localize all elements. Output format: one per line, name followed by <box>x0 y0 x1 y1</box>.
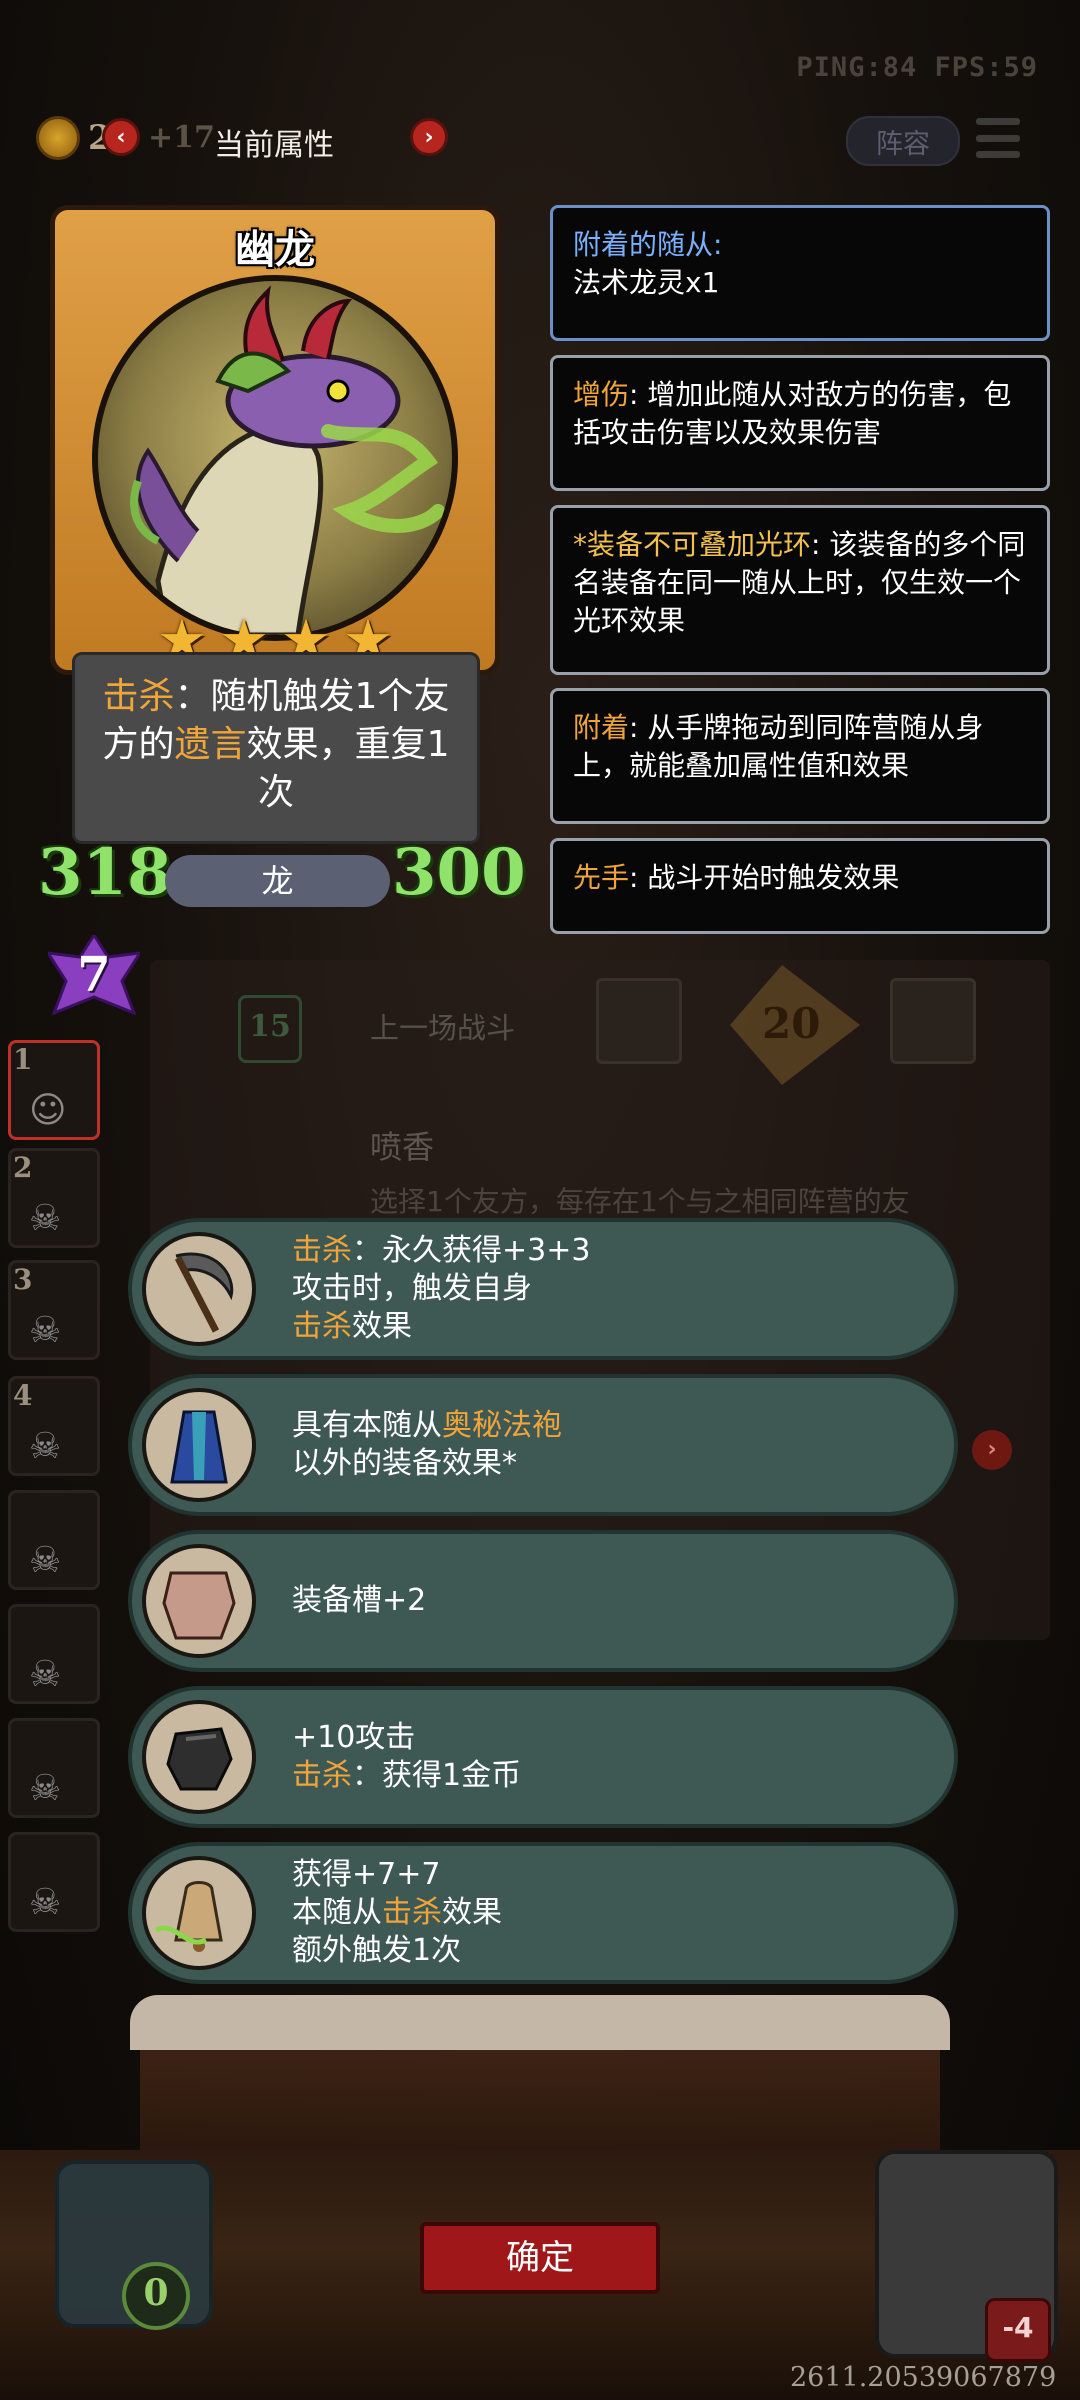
roster-slot[interactable]: ☠ <box>8 1490 100 1590</box>
menu-icon[interactable] <box>976 118 1020 158</box>
robe-icon <box>142 1388 256 1502</box>
footer-value: 2611.20539067879 <box>790 2362 1057 2393</box>
coin-icon <box>36 116 80 160</box>
equipment-item[interactable]: 具有本随从奥秘法袍 以外的装备效果* <box>128 1374 958 1516</box>
scythe-icon <box>142 1232 256 1346</box>
level-badge: 15 <box>238 995 302 1063</box>
keyword-damage-boost: 增伤: 增加此随从对敌方的伤害，包括攻击伤害以及效果伤害 <box>550 355 1050 491</box>
damage-indicator: 20 <box>730 965 860 1085</box>
skull-icon: ☠ <box>29 1198 62 1239</box>
armor-icon <box>142 1544 256 1658</box>
tier-badge: 7 <box>45 932 143 1016</box>
next-page-arrow[interactable]: › <box>972 1430 1012 1470</box>
player-hero-counter: 0 <box>122 2262 190 2330</box>
damage-value: 20 <box>762 999 821 1048</box>
skull-icon: ☠ <box>29 1310 62 1351</box>
attack-value: 318 <box>38 835 172 910</box>
coin-increment: +17 <box>148 120 215 155</box>
skull-icon: ☠ <box>29 1882 62 1923</box>
player-thumb <box>596 978 682 1064</box>
opponent-hero-hp: -4 <box>985 2298 1051 2362</box>
minion-card[interactable]: 幽龙 ★ ★ ★ ★ 击杀：随机触发1个友方的遗言效果，重复1次 <box>50 205 500 855</box>
roster-slot[interactable]: ☠ <box>8 1604 100 1704</box>
health-value: 300 <box>392 835 526 910</box>
gauntlet-icon <box>142 1700 256 1814</box>
equipment-item[interactable]: +10攻击 击杀：获得1金币 <box>128 1686 958 1828</box>
prev-arrow-button[interactable]: ‹ <box>102 118 140 156</box>
roster-slot[interactable]: 2 ☠ <box>8 1148 100 1248</box>
face-icon: ☺ <box>29 1090 67 1131</box>
confirm-button[interactable]: 确定 <box>420 2222 660 2294</box>
roster-slot[interactable]: 3 ☠ <box>8 1260 100 1360</box>
roster-slot[interactable]: ☠ <box>8 1832 100 1932</box>
equipment-item[interactable]: 获得+7+7 本随从击杀效果 额外触发1次 <box>128 1842 958 1984</box>
roster-slot[interactable]: 4 ☠ <box>8 1376 100 1476</box>
dragon-portrait <box>92 275 458 641</box>
attached-minion-box: 附着的随从: 法术龙灵x1 <box>550 205 1050 341</box>
tribe-label: 龙 <box>165 855 390 907</box>
ping-fps-readout: PING:84 FPS:59 <box>796 52 1038 83</box>
panel-bottom-edge <box>130 1995 950 2050</box>
lineup-button[interactable]: 阵容 <box>846 116 960 166</box>
equipment-item[interactable]: 装备槽+2 <box>128 1530 958 1672</box>
skull-icon: ☠ <box>29 1426 62 1467</box>
card-name: 幽龙 <box>235 227 315 273</box>
roster-slot[interactable]: ☠ <box>8 1718 100 1818</box>
skull-icon: ☠ <box>29 1768 62 1809</box>
card-description: 击杀：随机触发1个友方的遗言效果，重复1次 <box>72 652 480 844</box>
keyword-first-strike: 先手: 战斗开始时触发效果 <box>550 838 1050 934</box>
skull-icon: ☠ <box>29 1654 62 1695</box>
equipment-item[interactable]: 击杀：永久获得+3+3 攻击时，触发自身 击杀效果 <box>128 1218 958 1360</box>
top-bar: 2 +17 ‹ 当前属性 › 阵容 <box>0 108 1080 170</box>
skull-icon: ☠ <box>29 1540 62 1581</box>
panel-title: 当前属性 <box>214 128 334 163</box>
bell-icon <box>142 1856 256 1970</box>
last-fight-label: 上一场战斗 <box>370 1011 516 1045</box>
keyword-attach: 附着: 从手牌拖动到同阵营随从身上，就能叠加属性值和效果 <box>550 688 1050 824</box>
roster-slot[interactable]: 1 ☺ <box>8 1040 100 1140</box>
dragon-icon <box>130 285 445 635</box>
spray-desc: 选择1个友方，每存在1个与之相同阵营的友 <box>370 1185 910 1218</box>
spray-title: 喷香 <box>370 1128 435 1166</box>
keyword-no-stack: *装备不可叠加光环: 该装备的多个同名装备在同一随从上时，仅生效一个光环效果 <box>550 505 1050 675</box>
opponent-thumb <box>890 978 976 1064</box>
next-arrow-button[interactable]: › <box>410 118 448 156</box>
